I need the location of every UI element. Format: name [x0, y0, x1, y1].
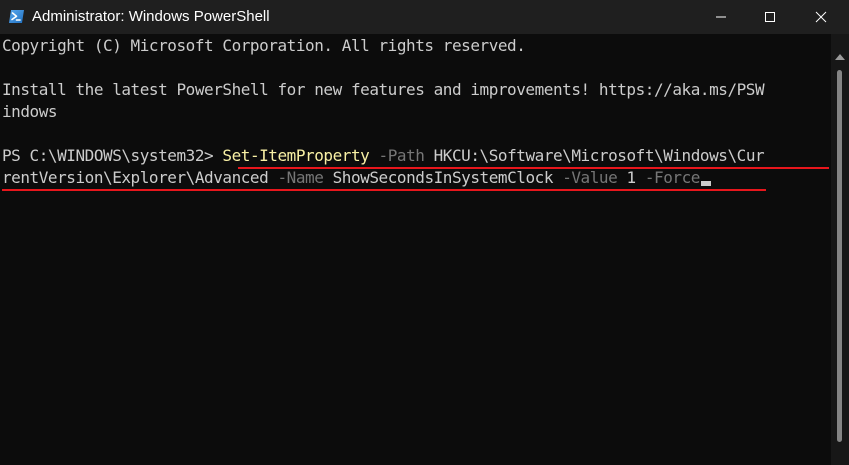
- maximize-icon: [765, 12, 775, 22]
- close-icon: [815, 11, 827, 23]
- text-cursor: [700, 181, 711, 186]
- path-value: HKCU:\Software\Microsoft\Windows\Cur: [433, 146, 765, 165]
- install-line-wrap: indows: [2, 102, 58, 121]
- console-output[interactable]: Copyright (C) Microsoft Corporation. All…: [0, 34, 831, 465]
- maximize-button[interactable]: [747, 0, 793, 34]
- name-flag: -Name: [277, 168, 324, 187]
- powershell-icon: [9, 10, 24, 23]
- minimize-icon: [716, 16, 726, 18]
- highlight-underline-1: [238, 167, 829, 169]
- cmdlet: Set-ItemProperty: [222, 146, 370, 165]
- force-flag: -Force: [644, 168, 701, 187]
- path-value-continued: rentVersion\Explorer\Advanced: [2, 168, 269, 187]
- minimize-button[interactable]: [698, 0, 744, 34]
- name-value: ShowSecondsInSystemClock: [332, 168, 554, 187]
- command-line-wrap: rentVersion\Explorer\Advanced -Name Show…: [2, 167, 711, 189]
- path-flag: -Path: [378, 146, 425, 165]
- scroll-up-arrow-icon[interactable]: [835, 54, 845, 60]
- value-value: 1: [626, 168, 636, 187]
- window-title: Administrator: Windows PowerShell: [32, 8, 270, 25]
- scroll-thumb[interactable]: [837, 70, 842, 442]
- prompt: PS C:\WINDOWS\system32>: [2, 146, 223, 165]
- command-line: PS C:\WINDOWS\system32> Set-ItemProperty…: [2, 145, 765, 167]
- vertical-scrollbar[interactable]: [831, 34, 849, 465]
- close-button[interactable]: [798, 0, 844, 34]
- title-bar[interactable]: Administrator: Windows PowerShell: [0, 0, 849, 34]
- install-line: Install the latest PowerShell for new fe…: [2, 80, 765, 99]
- highlight-underline-2: [2, 189, 766, 191]
- value-flag: -Value: [562, 168, 618, 187]
- powershell-window: Administrator: Windows PowerShell Copyri…: [0, 0, 849, 465]
- copyright-line: Copyright (C) Microsoft Corporation. All…: [2, 36, 526, 55]
